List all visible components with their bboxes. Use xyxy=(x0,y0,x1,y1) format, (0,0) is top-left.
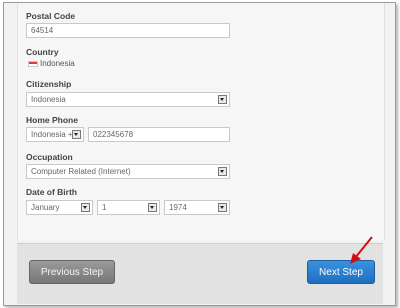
red-pointer-arrow-icon xyxy=(350,236,373,264)
citizenship-value: Indonesia xyxy=(31,95,66,104)
dob-year-select[interactable]: 1974 xyxy=(164,200,230,215)
dob-day-value: 1 xyxy=(102,203,107,212)
occupation-label: Occupation xyxy=(26,152,73,162)
occupation-select[interactable]: Computer Related (Internet) xyxy=(26,164,230,179)
phone-country-code-value: Indonesia + xyxy=(31,130,73,139)
footer-bar: Previous Step Next Step xyxy=(17,243,383,304)
home-phone-label: Home Phone xyxy=(26,115,78,125)
dialog-frame: Postal Code 64514 Country Indonesia Citi… xyxy=(3,2,396,306)
dropdown-arrow-icon[interactable] xyxy=(218,167,227,176)
dropdown-arrow-icon[interactable] xyxy=(148,203,157,212)
dropdown-arrow-icon[interactable] xyxy=(72,130,81,139)
phone-country-code-select[interactable]: Indonesia + xyxy=(26,127,84,142)
citizenship-label: Citizenship xyxy=(26,79,72,89)
dropdown-arrow-icon[interactable] xyxy=(218,203,227,212)
occupation-value: Computer Related (Internet) xyxy=(31,167,131,176)
dob-day-select[interactable]: 1 xyxy=(97,200,160,215)
country-value: Indonesia xyxy=(40,59,75,68)
dob-month-value: January xyxy=(31,203,60,212)
postal-code-label: Postal Code xyxy=(26,11,76,21)
previous-step-button[interactable]: Previous Step xyxy=(29,260,115,284)
dropdown-arrow-icon[interactable] xyxy=(218,95,227,104)
indonesia-flag-icon xyxy=(28,61,38,67)
date-of-birth-label: Date of Birth xyxy=(26,187,77,197)
phone-number-input[interactable]: 022345678 xyxy=(88,127,230,142)
dob-year-value: 1974 xyxy=(169,203,187,212)
dropdown-arrow-icon[interactable] xyxy=(81,203,90,212)
form-panel: Postal Code 64514 Country Indonesia Citi… xyxy=(17,3,385,240)
dob-month-select[interactable]: January xyxy=(26,200,93,215)
postal-code-input[interactable]: 64514 xyxy=(26,23,230,38)
citizenship-select[interactable]: Indonesia xyxy=(26,92,230,107)
country-label: Country xyxy=(26,47,59,57)
